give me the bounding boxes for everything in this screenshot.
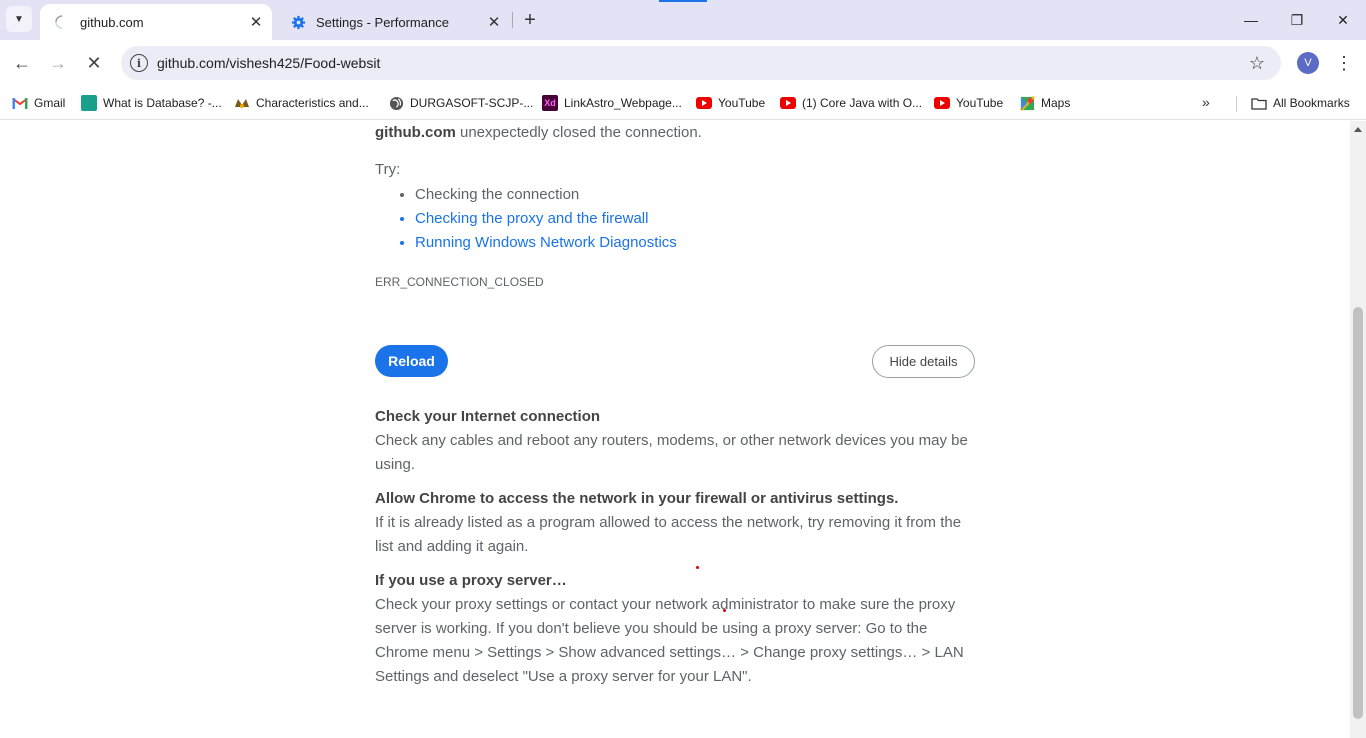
page-scrollbar[interactable] bbox=[1350, 121, 1366, 738]
youtube-icon bbox=[934, 95, 950, 111]
characteristics-site-icon bbox=[234, 95, 250, 111]
youtube-icon bbox=[696, 95, 712, 111]
bookmark-item[interactable]: Maps bbox=[1019, 92, 1070, 114]
bookmark-item[interactable]: YouTube bbox=[934, 92, 1003, 114]
bookmark-item[interactable]: YouTube bbox=[696, 92, 765, 114]
detail-section: Check your Internet connection Check any… bbox=[375, 405, 975, 477]
url-text[interactable]: github.com/vishesh425/Food-websit bbox=[157, 55, 1245, 71]
scroll-up-arrow-icon[interactable] bbox=[1354, 127, 1362, 132]
reload-button[interactable]: Reload bbox=[375, 345, 448, 377]
bookmark-label: Gmail bbox=[34, 96, 66, 110]
tab-github[interactable]: github.com ✕ bbox=[40, 4, 272, 40]
error-host: github.com bbox=[375, 124, 456, 141]
plus-icon: + bbox=[524, 8, 536, 31]
detail-body: If it is already listed as a program all… bbox=[375, 514, 962, 555]
youtube-icon bbox=[780, 95, 796, 111]
folder-icon bbox=[1251, 95, 1267, 111]
suggestion-item: Checking the connection bbox=[415, 183, 677, 207]
chevron-down-icon: ▼ bbox=[14, 13, 24, 25]
bookmark-label: LinkAstro_Webpage... bbox=[564, 96, 682, 110]
bookmark-label: YouTube bbox=[956, 96, 1004, 110]
tab-strip: ▼ github.com ✕ Settings - Performance ✕ … bbox=[0, 0, 1366, 40]
address-bar[interactable]: i github.com/vishesh425/Food-websit ☆ bbox=[121, 46, 1281, 80]
maps-icon bbox=[1019, 95, 1035, 111]
detail-body: Check any cables and reboot any routers,… bbox=[375, 432, 968, 473]
bookmark-item[interactable]: Gmail bbox=[12, 92, 65, 114]
detail-section: Allow Chrome to access the network in yo… bbox=[375, 487, 975, 559]
bookmark-label: (1) Core Java with O... bbox=[802, 96, 923, 110]
bookmark-label: What is Database? -... bbox=[103, 96, 222, 110]
globe-icon bbox=[388, 95, 404, 111]
bookmark-label: YouTube bbox=[718, 96, 766, 110]
all-bookmarks-label: All Bookmarks bbox=[1273, 96, 1350, 110]
more-bookmarks-icon[interactable]: » bbox=[1202, 94, 1210, 110]
error-message: github.com unexpectedly closed the conne… bbox=[375, 121, 975, 145]
detail-heading: Allow Chrome to access the network in yo… bbox=[375, 490, 899, 507]
cursor-dot bbox=[696, 566, 699, 569]
bookmark-item[interactable]: (1) Core Java with O... bbox=[780, 92, 922, 114]
kebab-menu-icon[interactable]: ⋮ bbox=[1334, 50, 1354, 76]
arrow-left-icon: ← bbox=[13, 52, 31, 73]
forward-button[interactable]: → bbox=[44, 49, 72, 77]
try-label: Try: bbox=[375, 161, 401, 178]
tab-title: Settings - Performance bbox=[316, 14, 449, 30]
bookmark-item[interactable]: Xd LinkAstro_Webpage... bbox=[542, 92, 682, 114]
database-site-icon bbox=[81, 95, 97, 111]
stop-loading-button[interactable]: ✕ bbox=[80, 49, 108, 77]
suggestion-link-proxy[interactable]: Checking the proxy and the firewall bbox=[415, 207, 677, 231]
restore-button[interactable]: ❐ bbox=[1274, 0, 1320, 40]
scroll-thumb[interactable] bbox=[1353, 307, 1363, 719]
bookmark-label: DURGASOFT-SCJP-... bbox=[410, 96, 534, 110]
close-tab-icon[interactable]: ✕ bbox=[246, 12, 266, 32]
bookmark-label: Characteristics and... bbox=[256, 96, 369, 110]
error-code: ERR_CONNECTION_CLOSED bbox=[375, 275, 544, 289]
error-text: unexpectedly closed the connection. bbox=[455, 124, 702, 141]
detail-section: If you use a proxy server… Check your pr… bbox=[375, 569, 975, 689]
close-window-button[interactable]: ✕ bbox=[1320, 0, 1366, 40]
gear-icon bbox=[290, 14, 306, 30]
error-page: github.com unexpectedly closed the conne… bbox=[0, 121, 1350, 738]
loading-spinner-icon bbox=[54, 14, 70, 30]
tab-search-button[interactable]: ▼ bbox=[6, 6, 32, 32]
gmail-icon bbox=[12, 95, 28, 111]
bookmark-label: Maps bbox=[1041, 96, 1071, 110]
detail-heading: Check your Internet connection bbox=[375, 408, 601, 425]
bookmark-item[interactable]: What is Database? -... bbox=[81, 92, 222, 114]
minimize-button[interactable]: — bbox=[1228, 0, 1274, 40]
detail-body: Check your proxy settings or contact you… bbox=[375, 596, 964, 685]
suggestions-list: Checking the connection Checking the pro… bbox=[415, 183, 677, 255]
all-bookmarks-button[interactable]: All Bookmarks bbox=[1251, 92, 1350, 114]
arrow-right-icon: → bbox=[49, 52, 67, 73]
info-icon[interactable]: i bbox=[130, 54, 148, 72]
bookmarks-bar: Gmail What is Database? -... Characteris… bbox=[0, 86, 1366, 120]
bookmark-item[interactable]: DURGASOFT-SCJP-... bbox=[388, 92, 533, 114]
suggestion-link-diagnostics[interactable]: Running Windows Network Diagnostics bbox=[415, 231, 677, 255]
hide-details-button[interactable]: Hide details bbox=[872, 345, 975, 378]
tab-separator bbox=[512, 12, 513, 28]
bookmark-star-icon[interactable]: ☆ bbox=[1245, 53, 1269, 74]
detail-heading: If you use a proxy server… bbox=[375, 572, 567, 589]
close-tab-icon[interactable]: ✕ bbox=[484, 12, 504, 32]
tab-settings[interactable]: Settings - Performance ✕ bbox=[276, 4, 510, 40]
tab-title: github.com bbox=[80, 14, 144, 30]
toolbar: ← → ✕ i github.com/vishesh425/Food-websi… bbox=[0, 40, 1366, 86]
avatar[interactable]: V bbox=[1297, 52, 1319, 74]
new-tab-button[interactable]: + bbox=[518, 8, 542, 32]
bookmark-item[interactable]: Characteristics and... bbox=[234, 92, 369, 114]
back-button[interactable]: ← bbox=[8, 49, 36, 77]
close-icon: ✕ bbox=[86, 52, 102, 73]
adobe-xd-icon: Xd bbox=[542, 95, 558, 111]
tab-marker bbox=[659, 0, 707, 2]
cursor-dot bbox=[723, 609, 726, 612]
bookmarks-divider bbox=[1236, 96, 1237, 112]
